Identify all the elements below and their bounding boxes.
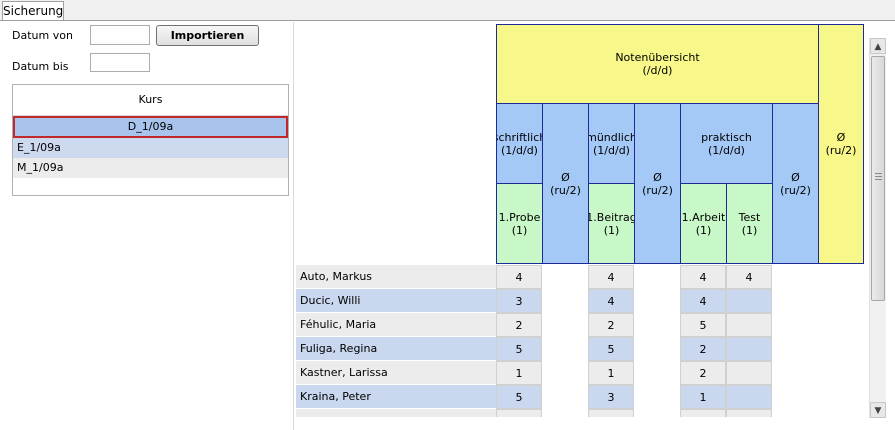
vertical-scrollbar[interactable]: ▲ ▼ (869, 38, 886, 418)
grip-line (875, 179, 882, 180)
grade-cell[interactable] (496, 409, 542, 417)
group-label: schriftlich (497, 130, 542, 144)
kurs-item[interactable]: E_1/09a (13, 138, 288, 158)
column-weight: (1) (603, 223, 620, 237)
tab-bar: Sicherung (0, 0, 895, 21)
column-1-probe[interactable]: 1.Probe (1) (496, 183, 543, 264)
column-label: 1.Beitrag (588, 210, 635, 224)
grade-cell[interactable] (726, 409, 772, 417)
avg-format: (ru/2) (780, 183, 811, 197)
column-1-arbeit[interactable]: 1.Arbeit (1) (680, 183, 727, 264)
datum-bis-input[interactable] (90, 53, 150, 72)
main-content: Datum von Importieren Datum bis Kurs D_1… (0, 21, 895, 430)
grade-cell[interactable] (726, 289, 772, 313)
grade-cell[interactable]: 4 (680, 265, 726, 289)
grade-cell[interactable] (726, 313, 772, 337)
import-button[interactable]: Importieren (156, 25, 259, 46)
grade-cell[interactable]: 5 (588, 337, 634, 361)
left-panel: Datum von Importieren Datum bis Kurs D_1… (0, 22, 294, 430)
grade-cell[interactable] (588, 409, 634, 417)
column-1-beitrag[interactable]: 1.Beitrag (1) (588, 183, 635, 264)
kurs-item-selected[interactable]: D_1/09a (13, 116, 288, 138)
group-format: (1/d/d) (708, 143, 745, 157)
notenuebersicht-header: Notenübersicht (/d/d) (496, 24, 819, 104)
column-label: 1.Arbeit (681, 210, 726, 224)
grip-line (875, 176, 882, 177)
avg-symbol: Ø (561, 170, 570, 184)
grade-cell[interactable]: 2 (588, 313, 634, 337)
grade-cell[interactable]: 5 (496, 337, 542, 361)
student-name-partial[interactable] (296, 409, 496, 417)
grade-cell[interactable]: 3 (588, 385, 634, 409)
student-name[interactable]: Ducic, Willi (296, 289, 496, 313)
datum-von-label: Datum von (12, 29, 73, 42)
group-schriftlich-header: schriftlich (1/d/d) (496, 103, 543, 184)
total-avg-format: (ru/2) (825, 144, 857, 157)
grade-cell[interactable]: 4 (496, 265, 542, 289)
grade-cell[interactable]: 2 (680, 337, 726, 361)
grade-cell[interactable]: 2 (496, 313, 542, 337)
grade-cell[interactable] (680, 409, 726, 417)
group-label: mündlich (588, 130, 635, 144)
grade-cell[interactable]: 1 (588, 361, 634, 385)
group-format: (1/d/d) (501, 143, 538, 157)
student-name[interactable]: Kraina, Peter (296, 385, 496, 409)
total-avg-symbol: Ø (836, 131, 846, 144)
kurs-item[interactable]: M_1/09a (13, 158, 288, 178)
grade-cell[interactable] (726, 337, 772, 361)
column-label: 1.Probe (498, 210, 541, 224)
avg-praktisch-header: Ø (ru/2) (772, 103, 819, 264)
column-label: Test (738, 210, 761, 224)
avg-format: (ru/2) (642, 183, 673, 197)
grade-cell[interactable]: 4 (588, 289, 634, 313)
group-praktisch-header: praktisch (1/d/d) (680, 103, 773, 184)
header-title: Notenübersicht (615, 51, 700, 64)
column-weight: (1) (741, 223, 758, 237)
grade-cell[interactable]: 1 (680, 385, 726, 409)
grade-cell[interactable]: 4 (588, 265, 634, 289)
scroll-thumb[interactable] (871, 56, 885, 301)
grade-grid: Notenübersicht (/d/d) Ø (ru/2) schriftli… (296, 22, 868, 417)
grade-cell[interactable]: 5 (496, 385, 542, 409)
student-name[interactable]: Féhulic, Maria (296, 313, 496, 337)
tab-sicherung[interactable]: Sicherung (2, 1, 64, 20)
grade-cell[interactable]: 1 (496, 361, 542, 385)
student-name[interactable]: Auto, Markus (296, 265, 496, 289)
grade-cell[interactable]: 2 (680, 361, 726, 385)
kurs-column-header[interactable]: Kurs (13, 85, 288, 116)
avg-symbol: Ø (791, 170, 800, 184)
datum-von-input[interactable] (90, 25, 150, 45)
kurs-list: Kurs D_1/09a E_1/09a M_1/09a (12, 84, 289, 196)
avg-format: (ru/2) (550, 183, 581, 197)
group-label: praktisch (701, 130, 752, 144)
datum-bis-label: Datum bis (12, 60, 69, 73)
grip-line (875, 173, 882, 174)
avg-muendlich-header: Ø (ru/2) (634, 103, 681, 264)
grade-cell[interactable] (726, 385, 772, 409)
column-test[interactable]: Test (1) (726, 183, 773, 264)
grade-cell[interactable]: 5 (680, 313, 726, 337)
grade-cell[interactable] (726, 361, 772, 385)
avg-schriftlich-header: Ø (ru/2) (542, 103, 589, 264)
total-average-header: Ø (ru/2) (818, 24, 864, 264)
avg-symbol: Ø (653, 170, 662, 184)
scroll-down-icon[interactable]: ▼ (870, 402, 886, 418)
grade-cell[interactable]: 4 (680, 289, 726, 313)
group-format: (1/d/d) (593, 143, 630, 157)
column-weight: (1) (695, 223, 712, 237)
column-weight: (1) (511, 223, 528, 237)
student-name[interactable]: Kastner, Larissa (296, 361, 496, 385)
grade-cell[interactable]: 4 (726, 265, 772, 289)
student-name[interactable]: Fuliga, Regina (296, 337, 496, 361)
scroll-up-icon[interactable]: ▲ (870, 38, 886, 54)
group-muendlich-header: mündlich (1/d/d) (588, 103, 635, 184)
header-format: (/d/d) (642, 64, 673, 77)
grade-cell[interactable]: 3 (496, 289, 542, 313)
